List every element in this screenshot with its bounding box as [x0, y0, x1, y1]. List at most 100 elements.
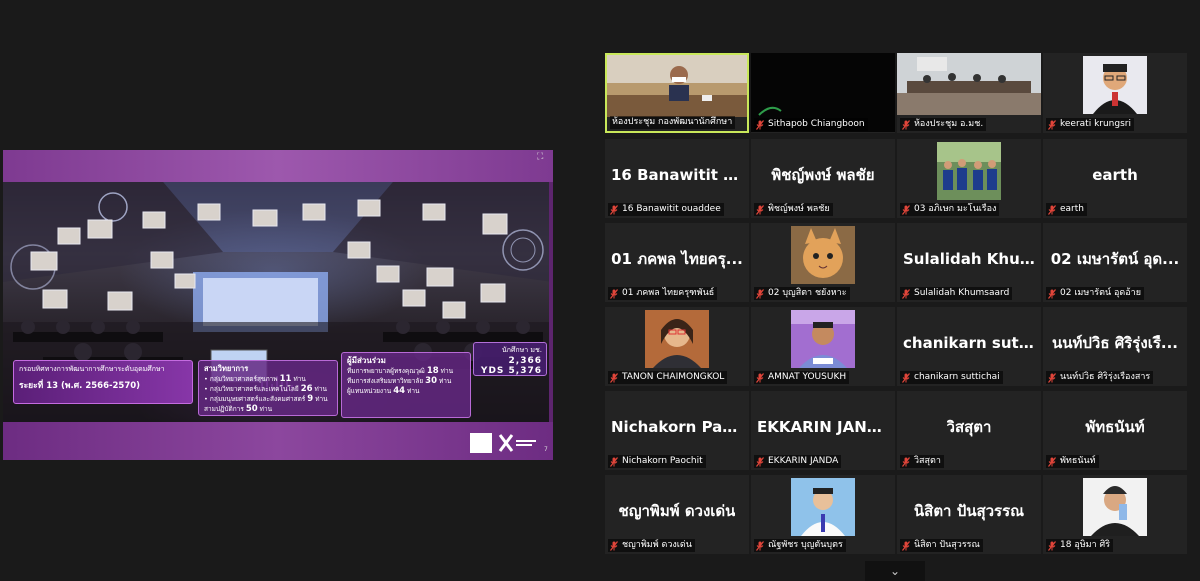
- participant-name-text: 03 อภิเษก มะโนเรือง: [914, 204, 997, 214]
- participant-name-text: TANON CHAIMONGKOL: [622, 372, 725, 382]
- mic-off-icon: [610, 540, 618, 551]
- participant-tile[interactable]: พัทธนันท์ พัทธนันท์: [1043, 391, 1187, 470]
- participant-tile[interactable]: TANON CHAIMONGKOL: [605, 307, 749, 386]
- participant-name-text: วิสสุตา: [914, 456, 941, 466]
- participant-tile[interactable]: EKKARIN JANDA EKKARIN JANDA: [751, 391, 895, 470]
- participant-name-label: วิสสุตา: [900, 455, 944, 468]
- participant-name-text: 02 บุญสิตา ชยังหาะ: [768, 288, 847, 298]
- participant-tile[interactable]: 03 อภิเษก มะโนเรือง: [897, 139, 1041, 218]
- participant-tile[interactable]: AMNAT YOUSUKH: [751, 307, 895, 386]
- participant-name-text: 01 ภคพล ไทยครุฑพันธ์: [622, 288, 715, 298]
- participant-tile[interactable]: ห้องประชุม กองพัฒนานักศึกษา: [605, 53, 749, 133]
- participant-name-label: ห้องประชุม อ.มช.: [900, 118, 987, 131]
- partner-logo: [498, 434, 536, 452]
- participant-name-label: 03 อภิเษก มะโนเรือง: [900, 203, 1000, 216]
- mic-off-icon: [902, 540, 910, 551]
- participant-tile[interactable]: วิสสุตา วิสสุตา: [897, 391, 1041, 470]
- participants-stats-box: ผู้มีส่วนร่วม ทีมการพยาบาลผู้ทรงคุณวุฒิ 1…: [341, 352, 471, 418]
- participant-tile[interactable]: พิชญ์พงษ์ พลชัย พิชญ์พงษ์ พลชัย: [751, 139, 895, 218]
- mic-off-icon: [756, 119, 764, 130]
- participant-name-label: 02 เมษารัตน์ อุดอ้าย: [1046, 287, 1144, 300]
- participants-row: ทีมการพยาบาลผู้ทรงคุณวุฒิ 18 ท่าน: [347, 366, 454, 376]
- mic-off-icon: [1048, 288, 1056, 299]
- participant-tile[interactable]: นิสิตา ปันสุวรรณ นิสิตา ปันสุวรรณ: [897, 475, 1041, 554]
- participant-name-label: นิสิตา ปันสุวรรณ: [900, 539, 983, 552]
- participant-tile[interactable]: earth earth: [1043, 139, 1187, 218]
- mic-off-icon: [610, 372, 618, 383]
- participant-tile[interactable]: 02 เมษารัตน์ อุด... 02 เมษารัตน์ อุดอ้าย: [1043, 223, 1187, 302]
- participant-tile[interactable]: 16 Banawitit ou...16 Banawitit ouaddee: [605, 139, 749, 218]
- discipline-footer: สามปฏิบัติการ 50 ท่าน: [204, 404, 273, 414]
- participant-name-text: พิชญ์พงษ์ พลชัย: [768, 204, 830, 214]
- participant-tile[interactable]: 18 อุษิมา ศิริ: [1043, 475, 1187, 554]
- mic-off-icon: [756, 204, 764, 215]
- participant-tile[interactable]: นนท์ปวิธ ศิริรุ่งเรื... นนท์ปวิธ ศิริรุ่ง…: [1043, 307, 1187, 386]
- participant-name-label: 16 Banawitit ouaddee: [608, 203, 724, 216]
- footer-logos: [470, 433, 544, 453]
- participant-video: [791, 478, 855, 536]
- participant-name-text: chanikarn suttichai: [914, 372, 1000, 382]
- expand-icon[interactable]: ⛶: [537, 153, 547, 162]
- participant-video: [1083, 478, 1147, 536]
- participant-tile[interactable]: Sithapob Chiangboon: [751, 53, 895, 133]
- participant-name-label: AMNAT YOUSUKH: [754, 371, 850, 384]
- participant-name-text: นิสิตา ปันสุวรรณ: [914, 540, 980, 550]
- participant-name-label: chanikarn suttichai: [900, 371, 1003, 384]
- participant-tile[interactable]: ชญาพิมพ์ ดวงเด่น ชญาพิมพ์ ดวงเด่น: [605, 475, 749, 554]
- participant-name-label: 18 อุษิมา ศิริ: [1046, 539, 1114, 552]
- mic-off-icon: [902, 456, 910, 467]
- participant-name-label: พัทธนันท์: [1046, 455, 1099, 468]
- mic-off-icon: [756, 540, 764, 551]
- mic-off-icon: [756, 456, 764, 467]
- participant-tile[interactable]: 02 บุญสิตา ชยังหาะ: [751, 223, 895, 302]
- participant-name-text: Sithapob Chiangboon: [768, 119, 865, 129]
- participant-name-label: ณัฐพัชร บุญตันบุตร: [754, 539, 846, 552]
- participant-video: [791, 310, 855, 368]
- participant-name-text: ณัฐพัชร บุญตันบุตร: [768, 540, 843, 550]
- slide-number: 7: [544, 446, 548, 453]
- participant-name-label: ชญาพิมพ์ ดวงเด่น: [608, 539, 695, 552]
- mic-off-icon: [1048, 204, 1056, 215]
- slide-edge-strip: [549, 182, 553, 422]
- plan-title-line1: กรอบทิศทางการพัฒนาการศึกษาระดับอุดมศึกษา: [19, 365, 165, 373]
- participant-name-text: Sulalidah Khumsaard: [914, 288, 1010, 298]
- discipline-row: • กลุ่มวิทยาศาสตร์และเทคโนโลยี 26 ท่าน: [204, 384, 327, 394]
- university-logo: [470, 433, 492, 453]
- participant-name-label: 01 ภคพล ไทยครุฑพันธ์: [608, 287, 718, 300]
- participant-video: [645, 310, 709, 368]
- mic-off-icon: [1048, 540, 1056, 551]
- participant-tile[interactable]: chanikarn suttic...chanikarn suttichai: [897, 307, 1041, 386]
- participant-name-text: earth: [1060, 204, 1084, 214]
- participant-name-label: Sulalidah Khumsaard: [900, 287, 1013, 300]
- mic-off-icon: [610, 456, 618, 467]
- chevron-down-icon[interactable]: ⌄: [865, 561, 925, 581]
- mic-off-icon: [902, 204, 910, 215]
- participant-name-label: TANON CHAIMONGKOL: [608, 371, 728, 384]
- participant-tile[interactable]: Sulalidah Khum...Sulalidah Khumsaard: [897, 223, 1041, 302]
- participant-name-text: EKKARIN JANDA: [768, 456, 839, 466]
- mic-off-icon: [756, 372, 764, 383]
- participant-name-label: earth: [1046, 203, 1087, 216]
- participant-name-text: 02 เมษารัตน์ อุดอ้าย: [1060, 288, 1141, 298]
- participant-video: [791, 226, 855, 284]
- participant-name-label: keerati krungsri: [1046, 118, 1134, 131]
- participant-name-text: keerati krungsri: [1060, 119, 1131, 129]
- participant-name-text: พัทธนันท์: [1060, 456, 1096, 466]
- participant-name-label: Sithapob Chiangboon: [754, 118, 868, 131]
- participant-name-text: นนท์ปวิธ ศิริรุ่งเรืองสาร: [1060, 372, 1151, 382]
- participant-tile[interactable]: keerati krungsri: [1043, 53, 1187, 133]
- participant-tile[interactable]: Nichakorn Paoc...Nichakorn Paochit: [605, 391, 749, 470]
- discipline-row: • กลุ่มวิทยาศาสตร์สุขภาพ 11 ท่าน: [204, 374, 306, 384]
- participant-name-text: ชญาพิมพ์ ดวงเด่น: [622, 540, 692, 550]
- participant-tile[interactable]: ณัฐพัชร บุญตันบุตร: [751, 475, 895, 554]
- participant-name-text: 18 อุษิมา ศิริ: [1060, 540, 1111, 550]
- student-count-label: นักศึกษา มช.: [501, 346, 542, 354]
- discipline-stats-heading: สามวิทยาการ: [204, 364, 249, 373]
- participant-name-label: นนท์ปวิธ ศิริรุ่งเรืองสาร: [1046, 371, 1154, 384]
- mic-off-icon: [610, 288, 618, 299]
- shared-screen[interactable]: ⛶ กรอบทิศทางการพัฒนาการศึกษาระดับอุดมศึก…: [3, 150, 553, 460]
- student-count-box: นักศึกษา มช. 2,366 YDS 5,376: [473, 342, 547, 376]
- participants-row: ทีมการส่งเสริมมหาวิทยาลัย 30 ท่าน: [347, 376, 452, 386]
- participant-tile[interactable]: ห้องประชุม อ.มช.: [897, 53, 1041, 133]
- participant-tile[interactable]: 01 ภคพล ไทยครุ... 01 ภคพล ไทยครุฑพันธ์: [605, 223, 749, 302]
